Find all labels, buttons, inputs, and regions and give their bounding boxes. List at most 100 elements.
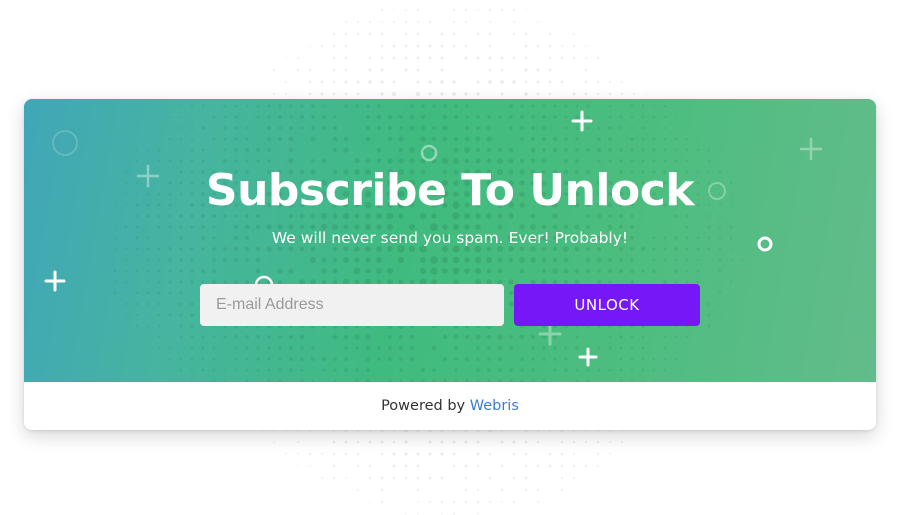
pattern-dot bbox=[344, 56, 348, 60]
pattern-dot bbox=[272, 68, 276, 72]
pattern-dot bbox=[488, 8, 492, 12]
pattern-dot bbox=[548, 464, 552, 468]
pattern-dot bbox=[440, 56, 444, 60]
pattern-dot bbox=[536, 68, 540, 72]
pattern-dot bbox=[452, 92, 456, 96]
pattern-dot bbox=[536, 92, 540, 96]
pattern-dot bbox=[524, 464, 528, 468]
pattern-dot bbox=[620, 92, 624, 96]
pattern-dot bbox=[524, 32, 528, 36]
pattern-dot bbox=[404, 56, 408, 60]
page: Subscribe To Unlock We will never send y… bbox=[0, 0, 900, 515]
pattern-dot bbox=[464, 20, 468, 24]
pattern-dot bbox=[368, 476, 372, 480]
pattern-dot bbox=[512, 440, 516, 444]
pattern-dot bbox=[392, 44, 396, 48]
pattern-dot bbox=[380, 476, 384, 480]
plus-icon bbox=[44, 270, 66, 292]
pattern-dot bbox=[380, 8, 384, 12]
pattern-dot bbox=[488, 452, 492, 456]
brand-link[interactable]: Webris bbox=[470, 398, 519, 414]
email-input[interactable] bbox=[200, 284, 504, 326]
pattern-dot bbox=[332, 80, 336, 84]
pattern-dot bbox=[428, 476, 432, 480]
pattern-dot bbox=[596, 56, 600, 60]
pattern-dot bbox=[536, 464, 540, 468]
pattern-dot bbox=[560, 452, 564, 456]
pattern-dot bbox=[609, 453, 611, 455]
pattern-dot bbox=[344, 68, 348, 72]
pattern-dot bbox=[584, 464, 588, 468]
pattern-dot bbox=[428, 56, 432, 60]
pattern-dot bbox=[488, 32, 492, 36]
pattern-dot bbox=[296, 440, 300, 444]
unlock-button[interactable]: UNLOCK bbox=[514, 284, 700, 326]
pattern-dot bbox=[392, 20, 396, 24]
pattern-dot bbox=[500, 68, 504, 72]
pattern-dot bbox=[392, 440, 396, 444]
pattern-dot bbox=[404, 20, 408, 24]
pattern-dot bbox=[452, 44, 456, 48]
pattern-dot bbox=[332, 32, 336, 36]
pattern-dot bbox=[512, 8, 516, 12]
pattern-dot bbox=[320, 80, 324, 84]
pattern-dot bbox=[548, 56, 552, 60]
pattern-dot bbox=[368, 20, 372, 24]
plus-icon bbox=[578, 347, 598, 367]
pattern-dot bbox=[548, 68, 552, 72]
pattern-dot bbox=[272, 92, 276, 96]
hero-title: Subscribe To Unlock bbox=[205, 165, 695, 216]
pattern-dot bbox=[512, 452, 516, 456]
pattern-dot bbox=[452, 452, 456, 456]
pattern-dot bbox=[356, 80, 360, 84]
pattern-dot bbox=[512, 500, 516, 504]
pattern-dot bbox=[572, 452, 576, 456]
pattern-dot bbox=[548, 92, 552, 96]
pattern-dot bbox=[488, 80, 492, 84]
pattern-dot bbox=[344, 440, 348, 444]
pattern-dot bbox=[572, 92, 576, 96]
pattern-dot bbox=[284, 452, 288, 456]
pattern-dot bbox=[560, 80, 564, 84]
pattern-dot bbox=[560, 488, 564, 492]
pattern-dot bbox=[524, 44, 528, 48]
powered-by-text: Powered by bbox=[381, 398, 466, 414]
pattern-dot bbox=[452, 32, 456, 36]
pattern-dot bbox=[356, 440, 360, 444]
pattern-dot bbox=[464, 440, 468, 444]
pattern-dot bbox=[380, 56, 384, 60]
pattern-dot bbox=[548, 452, 552, 456]
pattern-dot bbox=[476, 452, 480, 456]
pattern-dot bbox=[452, 80, 456, 84]
pattern-dot bbox=[404, 452, 408, 456]
pattern-dot bbox=[404, 476, 408, 480]
pattern-dot bbox=[345, 477, 347, 479]
pattern-dot bbox=[584, 68, 588, 72]
pattern-dot bbox=[428, 500, 432, 504]
pattern-dot bbox=[572, 56, 576, 60]
pattern-dot bbox=[368, 56, 372, 60]
pattern-dot bbox=[405, 9, 407, 11]
pattern-dot bbox=[512, 476, 516, 480]
pattern-dot bbox=[332, 440, 336, 444]
pattern-dot bbox=[500, 464, 504, 468]
pattern-dot bbox=[416, 68, 420, 72]
pattern-dot bbox=[332, 44, 336, 48]
pattern-dot bbox=[573, 33, 575, 35]
pattern-dot bbox=[500, 488, 504, 492]
plus-icon bbox=[571, 110, 593, 132]
pattern-dot bbox=[332, 92, 336, 96]
pattern-dot bbox=[585, 57, 587, 59]
pattern-dot bbox=[428, 452, 432, 456]
pattern-dot bbox=[392, 80, 396, 84]
pattern-dot bbox=[477, 9, 479, 11]
pattern-dot bbox=[296, 68, 300, 72]
pattern-dot bbox=[320, 44, 324, 48]
pattern-dot bbox=[320, 476, 324, 480]
pattern-dot bbox=[572, 44, 576, 48]
pattern-dot bbox=[381, 21, 383, 23]
pattern-dot bbox=[404, 464, 408, 468]
pattern-dot bbox=[585, 45, 587, 47]
pattern-dot bbox=[404, 68, 408, 72]
pattern-dot bbox=[584, 92, 588, 96]
